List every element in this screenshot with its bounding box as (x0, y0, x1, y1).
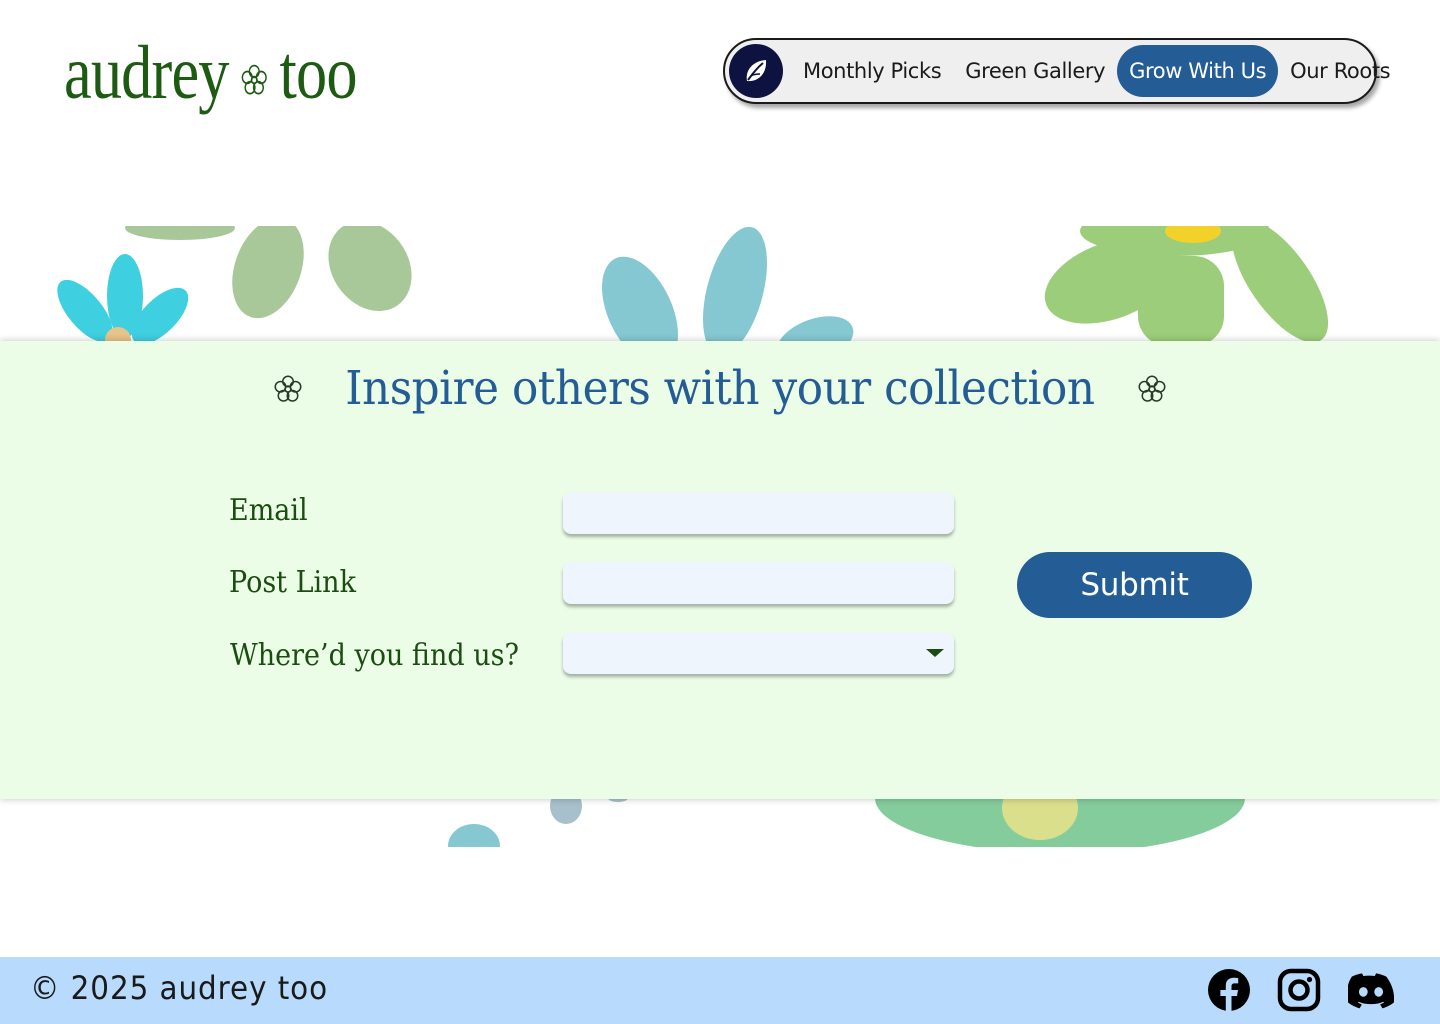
nav-green-gallery[interactable]: Green Gallery (953, 45, 1117, 97)
email-field[interactable] (563, 492, 954, 534)
form-title: Inspire others with your collection (345, 361, 1095, 416)
source-select[interactable] (563, 632, 954, 674)
nav-monthly-picks[interactable]: Monthly Picks (791, 45, 953, 97)
leaf-icon (746, 60, 767, 82)
nav-grow-with-us[interactable]: Grow With Us (1117, 45, 1279, 97)
flower-icon (274, 375, 302, 402)
instagram-icon (1277, 968, 1321, 1012)
instagram-link[interactable] (1276, 967, 1322, 1013)
post-link-field[interactable] (563, 562, 954, 604)
main-nav: Monthly Picks Green Gallery Grow With Us… (723, 38, 1391, 104)
form-heading: Inspire others with your collection (0, 361, 1440, 416)
home-button[interactable] (729, 44, 783, 98)
flower-decoration-top (0, 226, 1440, 342)
footer: © 2025 audrey too (0, 957, 1440, 1024)
submit-button[interactable]: Submit (1017, 552, 1252, 618)
logo-text-right: too (279, 30, 357, 115)
email-label: Email (229, 493, 308, 528)
flower-icon (241, 64, 267, 95)
submission-form-panel: Inspire others with your collection Emai… (0, 341, 1440, 799)
post-link-label: Post Link (229, 565, 356, 600)
flower-icon (1138, 375, 1166, 402)
nav-our-roots[interactable]: Our Roots (1278, 45, 1402, 97)
flower-decoration-bottom (0, 798, 1440, 847)
discord-link[interactable] (1348, 967, 1394, 1013)
discord-icon (1348, 973, 1394, 1009)
copyright-text: © 2025 audrey too (30, 969, 329, 1007)
facebook-icon (1208, 969, 1250, 1012)
source-label: Where’d you find us? (230, 638, 519, 673)
caret-down-icon (926, 649, 944, 657)
site-logo[interactable]: audrey too (64, 28, 357, 118)
facebook-link[interactable] (1206, 967, 1252, 1013)
logo-text-left: audrey (64, 30, 229, 115)
